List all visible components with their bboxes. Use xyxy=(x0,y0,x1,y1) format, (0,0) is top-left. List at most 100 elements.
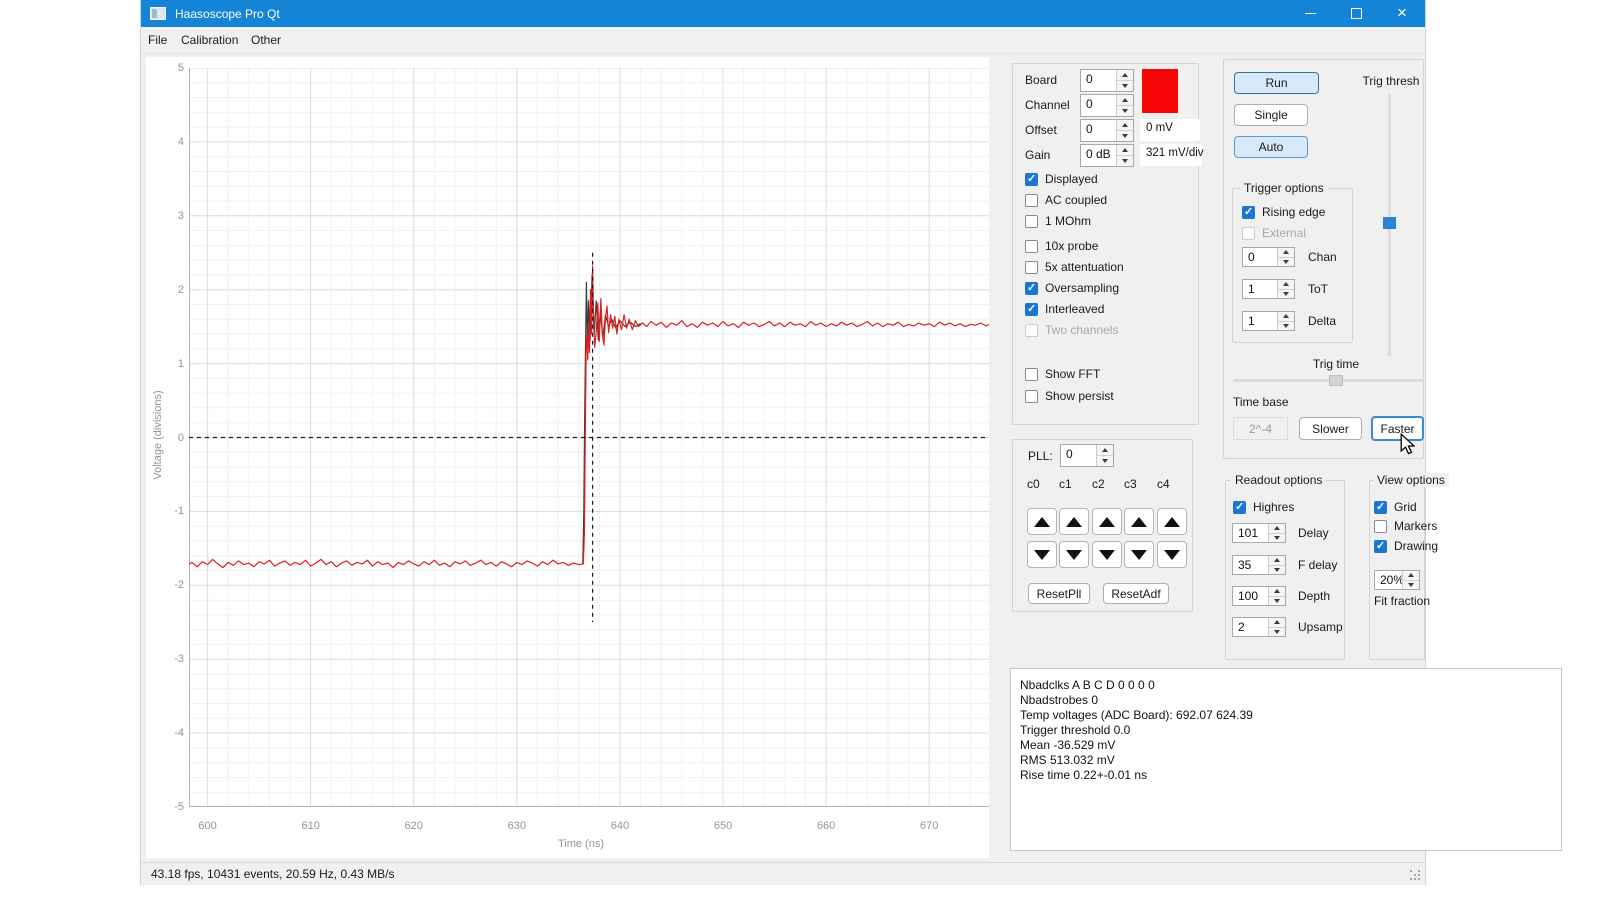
spin-down-icon[interactable] xyxy=(1097,455,1113,466)
gain-spinbox[interactable]: 0 dB xyxy=(1080,144,1134,167)
spin-down-icon[interactable] xyxy=(1117,130,1133,141)
reset-pll-button[interactable]: ResetPll xyxy=(1028,583,1090,604)
menu-other[interactable]: Other xyxy=(247,27,285,52)
menu-file[interactable]: File xyxy=(144,27,171,52)
trig-thresh-slider-handle[interactable] xyxy=(1383,217,1396,229)
pll-spinbox[interactable]: 0 xyxy=(1060,444,1114,467)
faster-button[interactable]: Faster xyxy=(1371,416,1424,441)
checkbox-box[interactable] xyxy=(1025,390,1038,403)
spin-down-icon[interactable] xyxy=(1269,565,1285,575)
spin-down-icon[interactable] xyxy=(1117,80,1133,91)
spin-up-icon[interactable] xyxy=(1269,524,1285,533)
f-delay-spinbox[interactable]: 35 xyxy=(1232,555,1286,575)
spin-down-icon[interactable] xyxy=(1278,321,1294,331)
spin-up-icon[interactable] xyxy=(1117,70,1133,80)
titlebar[interactable]: Haasoscope Pro Qt xyxy=(141,0,1425,27)
spin-up-icon[interactable] xyxy=(1097,445,1113,455)
board-spinbox[interactable]: 0 xyxy=(1080,69,1134,92)
checkbox-displayed[interactable]: Displayed xyxy=(1025,172,1098,186)
gain-readout: 321 mV/div xyxy=(1140,144,1202,166)
spin-up-icon[interactable] xyxy=(1278,312,1294,321)
checkbox-box[interactable] xyxy=(1374,501,1387,514)
pll-up-c3-button[interactable] xyxy=(1124,508,1154,535)
auto-button[interactable]: Auto xyxy=(1234,136,1308,158)
pll-up-c0-button[interactable] xyxy=(1027,508,1057,535)
checkbox-highres[interactable]: Highres xyxy=(1233,500,1294,514)
depth-spinbox[interactable]: 100 xyxy=(1232,586,1286,606)
spin-down-icon[interactable] xyxy=(1117,155,1133,166)
fit-fraction-spinbox[interactable]: 20% xyxy=(1374,570,1420,590)
time-base-label: Time base xyxy=(1233,395,1289,409)
offset-spinbox[interactable]: 0 xyxy=(1080,119,1134,142)
checkbox-10x-probe[interactable]: 10x probe xyxy=(1025,239,1098,253)
spin-up-icon[interactable] xyxy=(1117,120,1133,130)
checkbox-box[interactable] xyxy=(1242,206,1255,219)
spin-up-icon[interactable] xyxy=(1269,587,1285,596)
trigger-chan-label: Chan xyxy=(1308,250,1337,264)
checkbox-show-persist[interactable]: Show persist xyxy=(1025,389,1114,403)
checkbox-box[interactable] xyxy=(1374,540,1387,553)
menu-calibration[interactable]: Calibration xyxy=(177,27,242,52)
checkbox-markers[interactable]: Markers xyxy=(1374,519,1437,533)
checkbox-interleaved[interactable]: Interleaved xyxy=(1025,302,1104,316)
pll-down-c1-button[interactable] xyxy=(1059,541,1089,568)
spin-up-icon[interactable] xyxy=(1278,280,1294,289)
pll-down-c0-button[interactable] xyxy=(1027,541,1057,568)
spin-up-icon[interactable] xyxy=(1269,618,1285,627)
checkbox-rising-edge[interactable]: Rising edge xyxy=(1242,205,1325,219)
minimize-icon[interactable] xyxy=(1287,0,1333,27)
channel-spinbox[interactable]: 0 xyxy=(1080,94,1134,117)
checkbox-box[interactable] xyxy=(1025,303,1038,316)
pll-down-c4-button[interactable] xyxy=(1157,541,1187,568)
checkbox-box[interactable] xyxy=(1025,282,1038,295)
run-button[interactable]: Run xyxy=(1234,72,1319,94)
trigger-delta-label: Delta xyxy=(1308,314,1336,328)
checkbox-drawing[interactable]: Drawing xyxy=(1374,539,1438,553)
spin-down-icon[interactable] xyxy=(1269,596,1285,606)
checkbox-box[interactable] xyxy=(1374,520,1387,533)
upsamp-spinbox[interactable]: 2 xyxy=(1232,617,1286,637)
trigger-chan-spinbox[interactable]: 0 xyxy=(1242,247,1295,267)
checkbox-1mohm[interactable]: 1 MOhm xyxy=(1025,214,1091,228)
spin-down-icon[interactable] xyxy=(1269,533,1285,543)
spin-down-icon[interactable] xyxy=(1269,627,1285,637)
spin-up-icon[interactable] xyxy=(1117,145,1133,155)
maximize-icon[interactable] xyxy=(1333,0,1379,27)
checkbox-box[interactable] xyxy=(1025,261,1038,274)
pll-up-c2-button[interactable] xyxy=(1092,508,1122,535)
checkbox-box[interactable] xyxy=(1233,501,1246,514)
spin-up-icon[interactable] xyxy=(1278,248,1294,257)
delay-label: Delay xyxy=(1298,526,1329,540)
spin-down-icon[interactable] xyxy=(1403,580,1419,590)
trigger-delta-spinbox[interactable]: 1 xyxy=(1242,311,1295,331)
single-button[interactable]: Single xyxy=(1234,104,1308,126)
spin-down-icon[interactable] xyxy=(1117,105,1133,116)
checkbox-oversampling[interactable]: Oversampling xyxy=(1025,281,1119,295)
reset-adf-button[interactable]: ResetAdf xyxy=(1103,583,1169,604)
slower-button[interactable]: Slower xyxy=(1299,417,1362,440)
spin-down-icon[interactable] xyxy=(1278,257,1294,267)
trigger-tot-spinbox[interactable]: 1 xyxy=(1242,279,1295,299)
waveform-plot[interactable]: Voltage (divisions) Time (ns) -5-4-3-2-1… xyxy=(146,57,989,858)
checkbox-box[interactable] xyxy=(1025,240,1038,253)
spin-up-icon[interactable] xyxy=(1269,556,1285,565)
resize-grip-icon[interactable] xyxy=(1410,870,1422,882)
spin-up-icon[interactable] xyxy=(1403,571,1419,580)
checkbox-box[interactable] xyxy=(1025,173,1038,186)
checkbox-box[interactable] xyxy=(1025,368,1038,381)
checkbox-show-fft[interactable]: Show FFT xyxy=(1025,367,1100,381)
pll-up-c1-button[interactable] xyxy=(1059,508,1089,535)
delay-spinbox[interactable]: 101 xyxy=(1232,523,1286,543)
pll-up-c4-button[interactable] xyxy=(1157,508,1187,535)
checkbox-grid[interactable]: Grid xyxy=(1374,500,1417,514)
close-icon[interactable] xyxy=(1379,0,1425,27)
checkbox-box[interactable] xyxy=(1025,215,1038,228)
pll-down-c3-button[interactable] xyxy=(1124,541,1154,568)
checkbox-box[interactable] xyxy=(1025,194,1038,207)
spin-down-icon[interactable] xyxy=(1278,289,1294,299)
checkbox-ac-coupled[interactable]: AC coupled xyxy=(1025,193,1107,207)
spin-up-icon[interactable] xyxy=(1117,95,1133,105)
trig-time-slider-handle[interactable] xyxy=(1329,375,1343,386)
pll-down-c2-button[interactable] xyxy=(1092,541,1122,568)
checkbox-5x-attenuation[interactable]: 5x attentuation xyxy=(1025,260,1124,274)
